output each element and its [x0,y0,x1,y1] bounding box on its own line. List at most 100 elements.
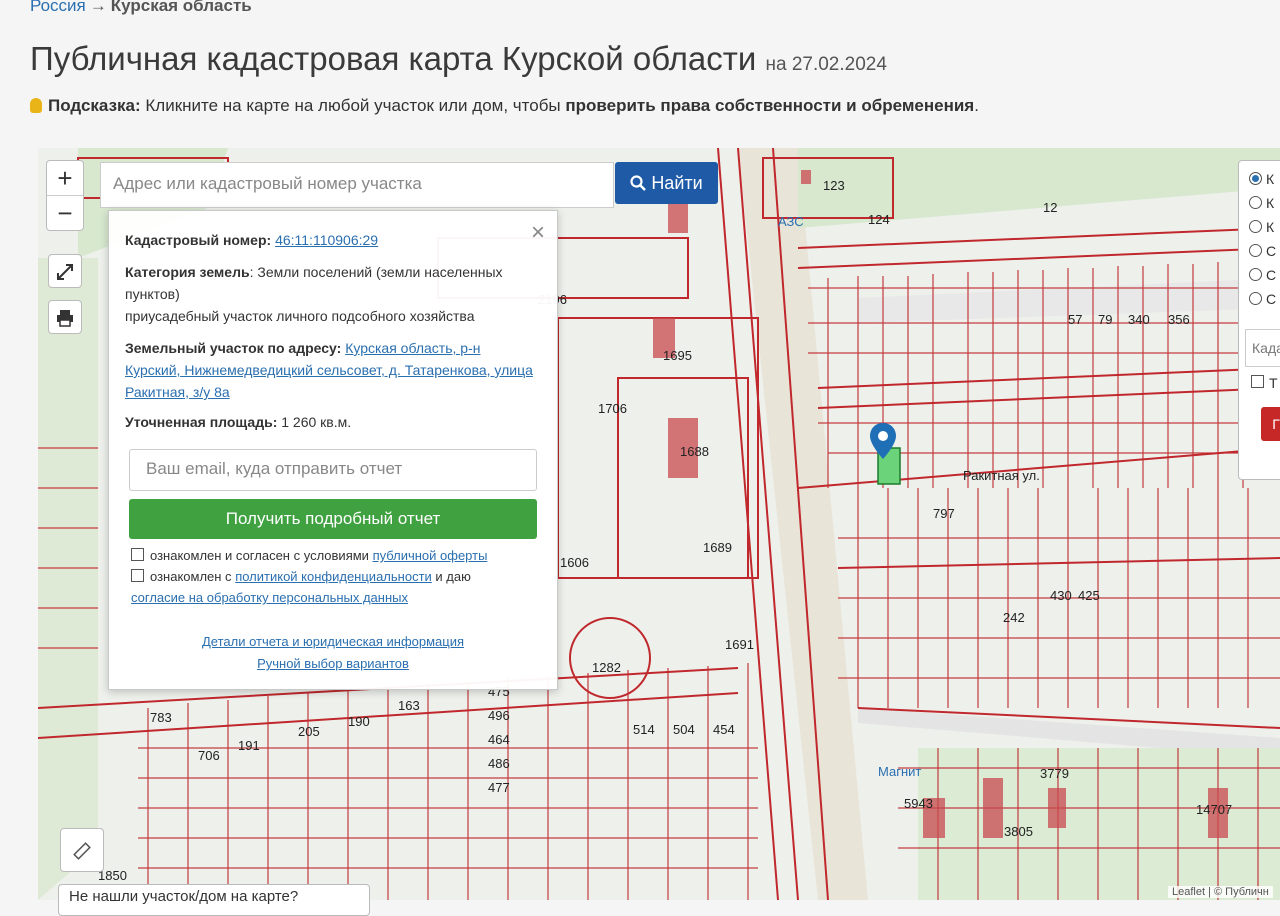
map-label-lot: 14707 [1196,802,1233,817]
fullscreen-button[interactable] [48,254,82,288]
zoom-control: + − [46,160,84,231]
hint: Подсказка: Кликните на карте на любой уч… [30,96,979,116]
consent-privacy-text: ознакомлен с [150,569,236,584]
manual-selection-link[interactable]: Ручной выбор вариантов [257,656,409,671]
ruler-icon [73,842,91,861]
zoom-out-button[interactable]: − [47,195,83,230]
map-label-lot: 425 [1078,588,1100,603]
map-label-lot: 1606 [560,555,589,570]
privacy-policy-link[interactable]: политикой конфиденциальности [235,569,432,584]
consent-offer: ознакомлен и согласен с условиями публич… [131,545,487,566]
find-button[interactable]: Найти [615,162,718,204]
map-label-lot: 163 [398,698,420,713]
email-field-wrap [129,449,538,491]
map-label-lot: 3805 [1004,824,1033,839]
page-title: Публичная кадастровая карта Курской обла… [30,40,887,78]
map-label-lot: 57 [1068,312,1083,327]
consent-privacy-checkbox[interactable] [131,569,144,582]
measure-button[interactable] [60,828,104,872]
map-label-lot: 191 [238,738,260,753]
search-input[interactable] [111,163,605,205]
map-label-lot: 706 [198,748,220,763]
land-usage: приусадебный участок личного подсобного … [125,308,475,324]
map-label-lot: 79 [1098,312,1113,327]
map-label-lot: 464 [488,732,510,747]
map-label-lot: 1689 [703,540,732,555]
map-label-lot: 190 [348,714,370,729]
map-label-lot: 1691 [725,637,754,652]
address-label: Земельный участок по адресу: [125,340,342,356]
side-input[interactable]: Када [1245,329,1280,367]
title-date: на 27.02.2024 [765,54,887,75]
cadastral-number-row: Кадастровый номер: 46:11:110906:29 [125,229,535,251]
hint-end: . [974,96,979,115]
zoom-in-button[interactable]: + [47,161,83,195]
cadastral-number-link[interactable]: 46:11:110906:29 [275,232,378,248]
map-label-lot: 797 [933,506,955,521]
land-category-label: Категория земель [125,264,250,280]
find-button-label: Найти [651,173,703,193]
get-report-button[interactable]: Получить подробный отчет [129,499,537,539]
print-button[interactable] [48,300,82,334]
side-checkbox[interactable]: Т [1251,375,1278,391]
map-label-lot: 496 [488,708,510,723]
map-label-lot: 1706 [598,401,627,416]
consent-offer-text: ознакомлен и согласен с условиями [150,548,373,563]
map-label-lot: 1282 [592,660,621,675]
map-label-lot: 430 [1050,588,1072,603]
map-label-lot: 783 [150,710,172,725]
breadcrumb-country[interactable]: Россия [30,0,86,15]
map-label-lot: 1695 [663,348,692,363]
area-label: Уточненная площадь: [125,414,278,430]
cadastral-number-label: Кадастровый номер: [125,232,272,248]
layer-option[interactable]: С [1249,291,1276,307]
map-label-gas: АЗС [778,214,804,229]
map-label-lot: 477 [488,780,510,795]
land-category-row: Категория земель: Земли поселений (земли… [125,261,535,305]
layer-panel: К К К С С С Када Т Г [1238,160,1280,480]
layer-option[interactable]: С [1249,243,1276,259]
map-label-lot: 5943 [904,796,933,811]
map-label-lot: 504 [673,722,695,737]
cadastral-map[interactable]: 123 124 12 2196 1695 1706 1688 1689 1606… [38,148,1280,900]
breadcrumb-region: Курская область [110,0,252,15]
consent-privacy-mid: и даю [431,569,471,584]
search-box [100,162,614,208]
parcel-info-popup: × Кадастровый номер: 46:11:110906:29 Кат… [108,210,558,690]
map-label-lot: 356 [1168,312,1190,327]
location-marker-icon[interactable] [870,423,896,459]
layer-option[interactable]: С [1249,267,1276,283]
hint-text: Кликните на карте на любой участок или д… [140,96,566,115]
public-offer-link[interactable]: публичной оферты [373,548,488,563]
side-button[interactable]: Г [1261,407,1280,441]
map-label-street: Ракитная ул. [963,468,1040,483]
title-text: Публичная кадастровая карта Курской обла… [30,40,757,77]
consent-offer-checkbox[interactable] [131,548,144,561]
map-attribution: Leaflet | © Публичн [1168,886,1273,898]
map-label-shop: Магнит [878,764,922,779]
lightbulb-icon [30,98,42,113]
map-label-lot: 123 [823,178,845,193]
map-label-lot: 205 [298,724,320,739]
layer-option[interactable]: К [1249,171,1274,187]
map-label-lot: 3779 [1040,766,1069,781]
breadcrumb-separator: → [89,0,107,15]
layer-option[interactable]: К [1249,195,1274,211]
area-value: 1 260 кв.м. [281,414,352,430]
map-label-lot: 514 [633,722,655,737]
hint-bold: проверить права собственности и обремене… [565,96,975,115]
map-label-lot: 242 [1003,610,1025,625]
consent-privacy: ознакомлен с политикой конфиденциальност… [131,566,471,608]
layer-option[interactable]: К [1249,219,1274,235]
search-icon [630,175,647,191]
email-field[interactable] [144,450,538,488]
map-label-lot: 454 [713,722,735,737]
personal-data-consent-link[interactable]: согласие на обработку персональных данны… [131,590,408,605]
expand-icon [57,264,73,281]
map-label-lot: 1688 [680,444,709,459]
report-details-link[interactable]: Детали отчета и юридическая информация [202,634,464,649]
not-found-button[interactable]: Не нашли участок/дом на карте? [58,884,370,916]
area-row: Уточненная площадь: 1 260 кв.м. [125,411,535,433]
breadcrumb: Россия → Курская область [30,0,252,16]
map-label-lot: 124 [868,212,890,227]
